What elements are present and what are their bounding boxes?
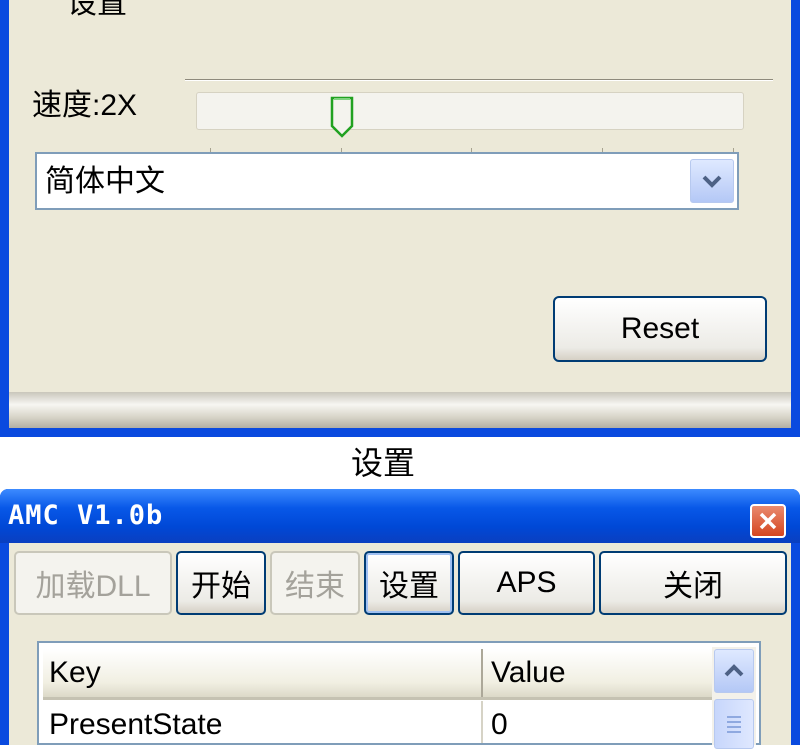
close-button[interactable]: 关闭 [599,551,787,615]
window-title: AMC V1.0b [8,500,164,531]
table-header: Key Value [43,649,713,700]
figure-caption: 设置 [350,445,415,481]
table-row[interactable]: PresentState 0 [43,701,713,743]
language-select-value: 简体中文 [45,165,165,198]
speed-slider-track[interactable] [196,92,744,130]
language-select[interactable]: 简体中文 [35,152,739,210]
speed-label: 速度:2X [32,89,138,122]
key-value-table[interactable]: Key Value PresentState 0 [37,641,761,745]
title-bar[interactable]: AMC V1.0b [0,489,800,543]
settings-button[interactable]: 设置 [364,551,454,615]
column-header-key[interactable]: Key [43,649,483,697]
start-button[interactable]: 开始 [176,551,266,615]
reset-button[interactable]: Reset [553,296,767,362]
load-dll-button[interactable]: 加载DLL [14,551,172,615]
chevron-down-icon[interactable] [690,159,734,203]
row-key: PresentState [49,708,223,741]
column-header-value[interactable]: Value [485,649,713,697]
column-separator [481,701,483,743]
stop-button[interactable]: 结束 [270,551,360,615]
group-divider [185,79,773,81]
settings-window-bottom-bar [9,392,791,428]
slider-pointer-icon[interactable] [330,96,354,138]
close-x-icon[interactable] [750,504,786,538]
row-value: 0 [491,708,508,741]
vertical-scrollbar[interactable] [712,647,756,749]
settings-window: 设置 速度:2X 简体中文 Reset [0,0,800,437]
scroll-up-arrow-icon[interactable] [714,649,754,693]
aps-button[interactable]: APS [458,551,595,615]
settings-group-title: 设置 [67,0,127,20]
scroll-grip-icon[interactable] [714,699,754,749]
